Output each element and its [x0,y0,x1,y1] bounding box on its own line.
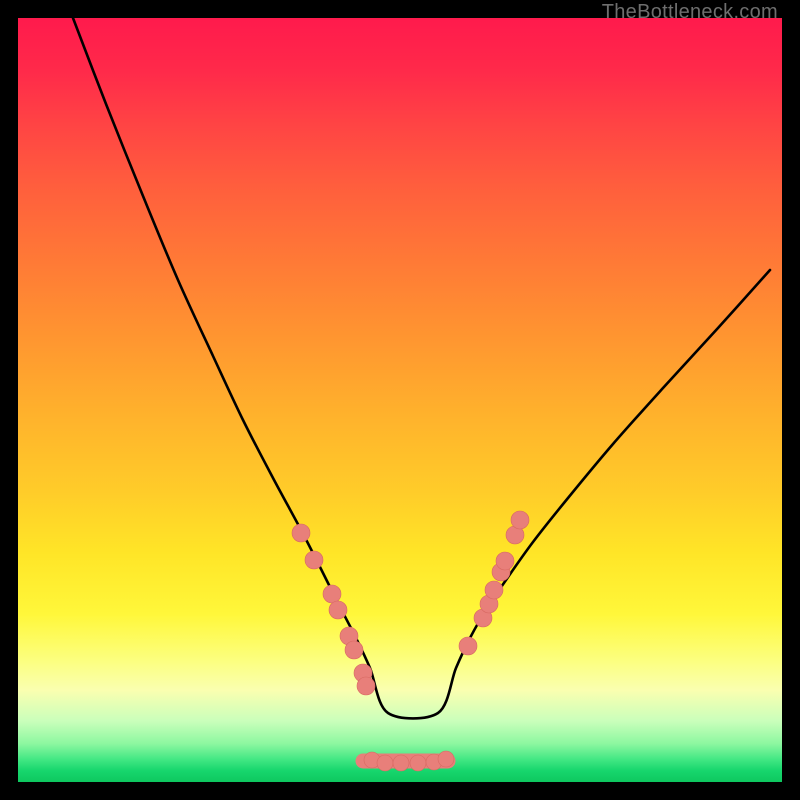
marker-dot [511,511,529,529]
marker-dot [292,524,310,542]
marker-cluster-left [292,524,375,695]
marker-dot [459,637,477,655]
marker-dot [438,751,454,767]
marker-dot [393,755,409,771]
watermark-text: TheBottleneck.com [602,1,778,24]
chart-frame: TheBottleneck.com [0,0,800,800]
marker-dot [329,601,347,619]
marker-dot [485,581,503,599]
bottleneck-curve [73,18,770,718]
marker-dot [410,755,426,771]
marker-dot [323,585,341,603]
plot-area [18,18,782,782]
marker-dot [305,551,323,569]
marker-dot [377,755,393,771]
marker-dot [496,552,514,570]
marker-dot [345,641,363,659]
marker-cluster-right [459,511,529,655]
marker-dot [357,677,375,695]
curve-layer [18,18,782,782]
